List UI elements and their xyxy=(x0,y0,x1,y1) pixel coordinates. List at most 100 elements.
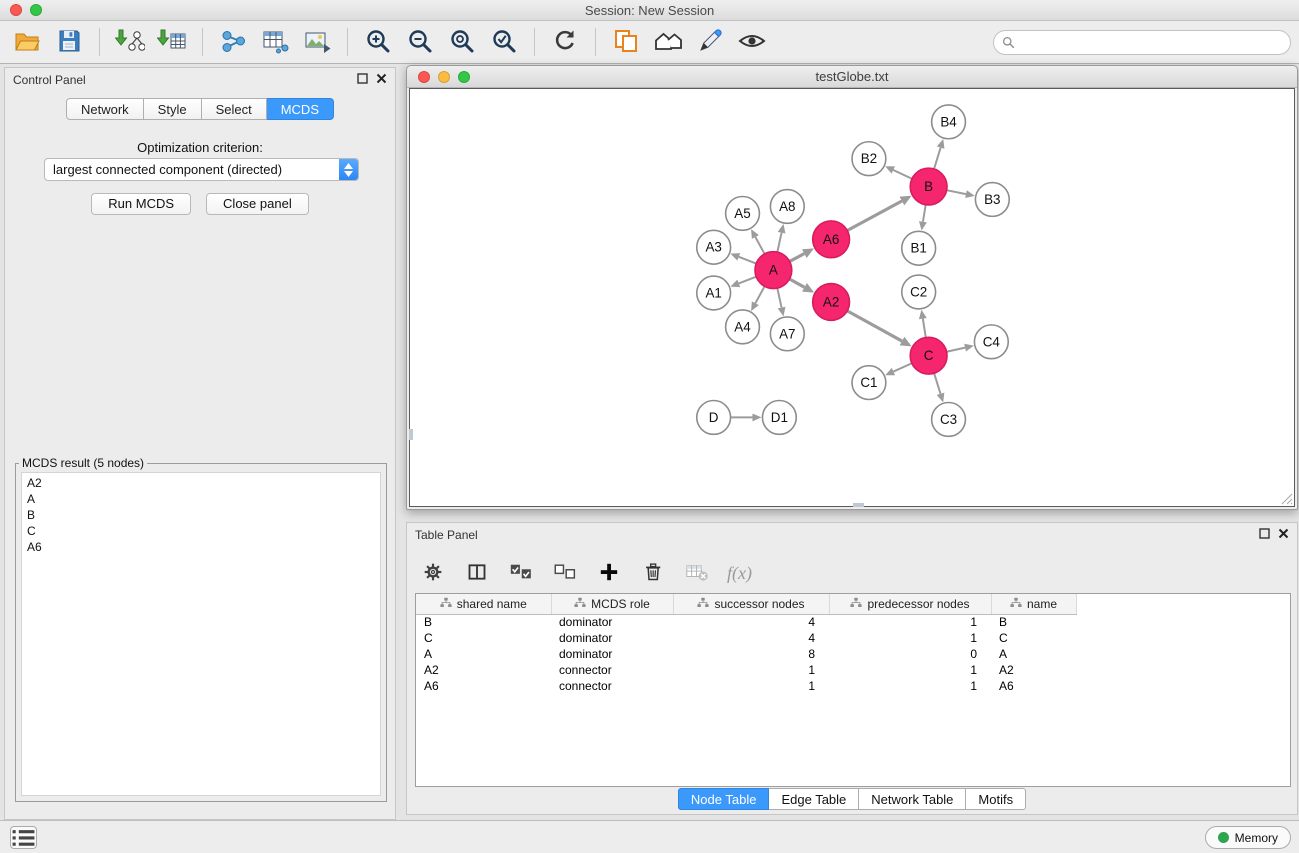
optimization-criterion-select[interactable]: largest connected component (directed) xyxy=(44,158,359,181)
mcds-result-item[interactable]: A6 xyxy=(22,539,380,555)
graph-edge-C-C4[interactable] xyxy=(947,344,974,352)
first-neighbors-button[interactable] xyxy=(605,24,647,60)
graph-node-A2[interactable]: A2 xyxy=(813,284,850,321)
task-history-button[interactable] xyxy=(10,826,37,849)
tab-network[interactable]: Network xyxy=(66,98,144,120)
new-network-button[interactable] xyxy=(212,24,254,60)
column-header-successor-nodes[interactable]: successor nodes xyxy=(673,594,829,614)
graph-edge-A-A5[interactable] xyxy=(751,229,764,254)
tab-edge-table[interactable]: Edge Table xyxy=(769,788,859,810)
graph-edge-B-B4[interactable] xyxy=(934,139,944,169)
graph-edge-C-C2[interactable] xyxy=(919,310,927,338)
close-table-panel-icon[interactable] xyxy=(1278,528,1289,539)
delete-table-button[interactable] xyxy=(683,559,711,587)
float-table-panel-icon[interactable] xyxy=(1259,528,1270,539)
table-row[interactable]: A6connector11A6 xyxy=(416,678,1076,694)
graph-node-C3[interactable]: C3 xyxy=(932,402,966,436)
float-panel-icon[interactable] xyxy=(357,73,368,84)
unselect-all-button[interactable] xyxy=(551,559,579,587)
graph-node-B2[interactable]: B2 xyxy=(852,142,886,176)
table-row[interactable]: Adominator80A xyxy=(416,646,1076,662)
memory-button[interactable]: Memory xyxy=(1205,826,1291,849)
graph-node-B4[interactable]: B4 xyxy=(932,105,966,139)
graph-node-B3[interactable]: B3 xyxy=(975,183,1009,217)
tab-mcds[interactable]: MCDS xyxy=(267,98,334,120)
import-network-button[interactable] xyxy=(109,24,151,60)
table-row[interactable]: A2connector11A2 xyxy=(416,662,1076,678)
show-graphics-button[interactable] xyxy=(731,24,773,60)
run-mcds-button[interactable]: Run MCDS xyxy=(91,193,191,215)
graph-node-B1[interactable]: B1 xyxy=(902,231,936,265)
horizontal-pan-indicator[interactable] xyxy=(853,503,864,507)
mcds-result-item[interactable]: C xyxy=(22,523,380,539)
mcds-result-item[interactable]: A xyxy=(22,491,380,507)
network-image-export-button[interactable] xyxy=(296,24,338,60)
open-folder-button[interactable] xyxy=(6,24,48,60)
style-button[interactable] xyxy=(689,24,731,60)
tab-network-table[interactable]: Network Table xyxy=(859,788,966,810)
close-panel-icon[interactable] xyxy=(376,73,387,84)
zoom-fit-button[interactable] xyxy=(441,24,483,60)
mcds-result-item[interactable]: B xyxy=(22,507,380,523)
zoom-in-button[interactable] xyxy=(357,24,399,60)
zoom-out-button[interactable] xyxy=(399,24,441,60)
graph-node-A5[interactable]: A5 xyxy=(726,196,760,230)
graph-edge-A-A8[interactable] xyxy=(777,224,785,252)
graph-node-D[interactable]: D xyxy=(697,401,731,435)
graph-edge-D-D1[interactable] xyxy=(731,413,762,421)
save-button[interactable] xyxy=(48,24,90,60)
column-layout-button[interactable] xyxy=(463,559,491,587)
zoom-window-button[interactable] xyxy=(30,4,42,16)
network-canvas-area[interactable]: B4 B2 B B3 A5 A8 A6 B1 A3 A C2 A1 A2 A4 A7 C4 C C1 C3 D D1 xyxy=(409,88,1295,507)
graph-node-A3[interactable]: A3 xyxy=(697,230,731,264)
import-table-button[interactable] xyxy=(151,24,193,60)
table-row[interactable]: Bdominator41B xyxy=(416,614,1076,630)
tab-style[interactable]: Style xyxy=(144,98,202,120)
tab-node-table[interactable]: Node Table xyxy=(678,788,770,810)
graph-node-B[interactable]: B xyxy=(910,168,947,205)
graph-edge-A-A3[interactable] xyxy=(730,253,756,263)
add-row-button[interactable] xyxy=(595,559,623,587)
graph-node-A8[interactable]: A8 xyxy=(770,190,804,224)
graph-node-C4[interactable]: C4 xyxy=(974,325,1008,359)
vertical-pan-indicator[interactable] xyxy=(409,429,413,440)
refresh-button[interactable] xyxy=(544,24,586,60)
resize-grip-icon[interactable] xyxy=(1280,492,1293,505)
graph-node-A1[interactable]: A1 xyxy=(697,276,731,310)
select-all-button[interactable] xyxy=(507,559,535,587)
tab-select[interactable]: Select xyxy=(202,98,267,120)
table-row[interactable]: Cdominator41C xyxy=(416,630,1076,646)
main-titlebar[interactable]: Session: New Session xyxy=(0,0,1299,21)
home-button[interactable] xyxy=(647,24,689,60)
zoom-selected-button[interactable] xyxy=(483,24,525,60)
graph-edge-A-A7[interactable] xyxy=(777,288,785,316)
graph-node-D1[interactable]: D1 xyxy=(762,401,796,435)
graph-edge-B-B1[interactable] xyxy=(919,205,927,231)
close-panel-button[interactable]: Close panel xyxy=(206,193,309,215)
search-input[interactable] xyxy=(1020,35,1282,50)
column-header-MCDS-role[interactable]: MCDS role xyxy=(551,594,673,614)
graph-node-A4[interactable]: A4 xyxy=(726,310,760,344)
function-builder-button[interactable]: f(x) xyxy=(727,559,752,587)
graph-node-C[interactable]: C xyxy=(910,337,947,374)
graph-node-C1[interactable]: C1 xyxy=(852,366,886,400)
search-box[interactable] xyxy=(993,30,1291,55)
graph-node-A7[interactable]: A7 xyxy=(770,317,804,351)
column-header-predecessor-nodes[interactable]: predecessor nodes xyxy=(829,594,991,614)
column-header-name[interactable]: name xyxy=(991,594,1076,614)
graph-node-A[interactable]: A xyxy=(755,252,792,289)
network-canvas[interactable]: B4 B2 B B3 A5 A8 A6 B1 A3 A C2 A1 A2 A4 A7 C4 C C1 C3 D D1 xyxy=(410,89,1294,506)
graph-edge-C-C1[interactable] xyxy=(885,363,912,375)
graph-edge-A6-B[interactable] xyxy=(847,196,911,231)
graph-node-C2[interactable]: C2 xyxy=(902,275,936,309)
network-window-titlebar[interactable]: testGlobe.txt xyxy=(407,66,1297,88)
tab-motifs[interactable]: Motifs xyxy=(966,788,1026,810)
mcds-result-item[interactable]: A2 xyxy=(22,475,380,491)
graph-edge-C-C3[interactable] xyxy=(934,373,944,402)
graph-edge-A-A1[interactable] xyxy=(730,277,756,287)
graph-edge-A-A6[interactable] xyxy=(790,248,814,261)
network-and-table-button[interactable] xyxy=(254,24,296,60)
graph-edge-A-A2[interactable] xyxy=(789,279,814,293)
graph-node-A6[interactable]: A6 xyxy=(813,221,850,258)
graph-edge-B-B2[interactable] xyxy=(885,166,912,179)
